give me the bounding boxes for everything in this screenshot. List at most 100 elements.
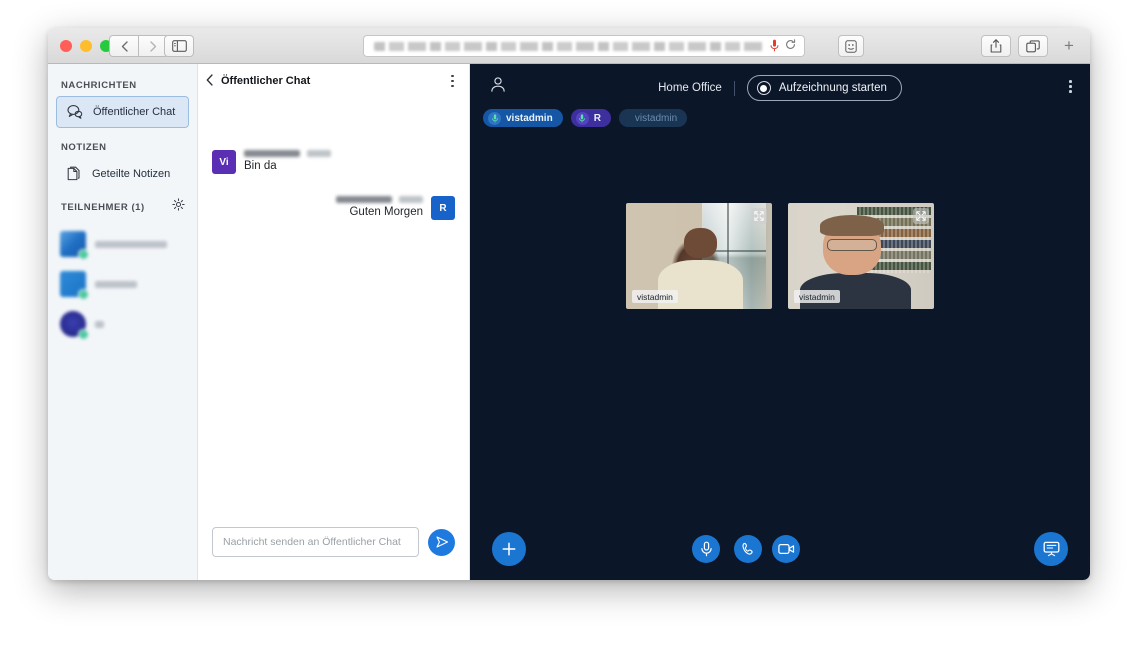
- video-camera-icon: [777, 544, 794, 555]
- speaker-pill-label: R: [593, 112, 601, 124]
- tile-name-label: vistadmin: [794, 290, 840, 303]
- phone-icon: [742, 542, 753, 555]
- avatar: Vi: [212, 150, 236, 174]
- tile-person-head: [684, 228, 717, 259]
- avatar: [60, 311, 89, 340]
- speaker-pill[interactable]: vistadmin: [483, 109, 563, 127]
- camera-button[interactable]: [772, 535, 800, 563]
- participant-row[interactable]: [60, 304, 197, 344]
- sidebar-item-label-shared-notes: Geteilte Notizen: [92, 168, 171, 180]
- stage-toolbar: [470, 518, 1090, 580]
- send-paper-plane-icon: [435, 536, 448, 548]
- microphone-icon: [770, 39, 779, 51]
- send-message-button[interactable]: [428, 528, 455, 556]
- person-icon[interactable]: [490, 76, 506, 98]
- video-stage: Home Office Aufzeichnung starten vistadm…: [470, 64, 1090, 580]
- speaker-pill-label: vistadmin: [634, 112, 678, 124]
- chat-message: Guten Morgen R: [212, 196, 455, 220]
- navigation-buttons: [109, 35, 169, 57]
- sidebar-icon: [171, 40, 187, 52]
- stage-header-center: Home Office Aufzeichnung starten: [470, 75, 1090, 101]
- message-time-redacted: [399, 196, 423, 203]
- plus-icon: [502, 542, 516, 556]
- microphone-icon: [488, 111, 501, 125]
- share-button[interactable]: [981, 35, 1011, 57]
- speaker-pill[interactable]: R: [570, 109, 611, 127]
- sidebar-item-public-chat[interactable]: Öffentlicher Chat: [56, 96, 189, 128]
- online-status-badge: [78, 249, 89, 260]
- message-author-redacted: [336, 196, 392, 203]
- chevron-left-icon: [121, 40, 128, 52]
- browser-titlebar: +: [48, 28, 1090, 64]
- start-recording-button[interactable]: Aufzeichnung starten: [746, 75, 902, 101]
- sidebar-item-shared-notes[interactable]: Geteilte Notizen: [56, 158, 189, 190]
- message-input[interactable]: Nachricht senden an Öffentlicher Chat: [212, 527, 419, 557]
- share-icon: [990, 39, 1002, 53]
- chat-message: Vi Bin da: [212, 150, 455, 174]
- tile-person-glasses: [827, 239, 878, 251]
- participants-title: TEILNEHMER (1): [61, 201, 145, 213]
- stage-menu-button[interactable]: [1069, 80, 1072, 93]
- chat-composer: Nachricht senden an Öffentlicher Chat: [198, 518, 469, 580]
- message-text: Bin da: [244, 160, 277, 172]
- participant-name-redacted: [95, 280, 137, 288]
- participant-name-redacted: [95, 240, 167, 248]
- message-meta: [336, 196, 423, 203]
- online-status-badge: [78, 289, 89, 300]
- video-tiles: vistadmin vistadmin: [470, 203, 1090, 309]
- message-text: Guten Morgen: [349, 206, 423, 218]
- presentation-screen-icon: [1043, 541, 1059, 557]
- expand-arrows-icon[interactable]: [913, 208, 929, 224]
- chat-title: Öffentlicher Chat: [221, 75, 311, 87]
- section-title-messages: NACHRICHTEN: [61, 80, 137, 91]
- sidebar-toggle-button[interactable]: [164, 35, 194, 57]
- online-status-badge: [78, 329, 89, 340]
- back-button[interactable]: [109, 35, 139, 57]
- chevron-right-icon: [150, 40, 157, 52]
- minimize-window-button[interactable]: [80, 40, 92, 52]
- gear-icon[interactable]: [172, 198, 185, 216]
- audio-button[interactable]: [734, 535, 762, 563]
- video-tile[interactable]: vistadmin: [626, 203, 772, 309]
- tile-name-label: vistadmin: [632, 290, 678, 303]
- message-time-redacted: [307, 150, 331, 157]
- new-tab-button[interactable]: +: [1058, 36, 1080, 56]
- start-recording-label: Aufzeichnung starten: [778, 82, 887, 94]
- window-controls: [60, 40, 112, 52]
- participant-row[interactable]: [60, 264, 197, 304]
- avatar: [60, 231, 89, 260]
- message-author-redacted: [244, 150, 300, 157]
- browser-right-buttons: [981, 35, 1048, 57]
- participant-name-redacted: [95, 320, 104, 328]
- tab-overview-button[interactable]: [1018, 35, 1048, 57]
- avatar: [60, 271, 89, 300]
- chat-menu-button[interactable]: [446, 71, 459, 92]
- url-text-redacted: [374, 41, 764, 51]
- expand-arrows-icon[interactable]: [751, 208, 767, 224]
- section-title-notes: NOTIZEN: [61, 142, 107, 153]
- browser-window: + NACHRICHTEN Öffentlicher Chat NOTIZEN: [48, 28, 1090, 580]
- video-tile[interactable]: vistadmin: [788, 203, 934, 309]
- sidebar-item-label-public-chat: Öffentlicher Chat: [93, 106, 176, 118]
- participants-header: TEILNEHMER (1): [48, 190, 197, 220]
- divider: [733, 80, 735, 96]
- speaker-pill-label: vistadmin: [506, 112, 553, 124]
- microphone-active-icon[interactable]: [770, 39, 779, 54]
- reload-button[interactable]: [785, 39, 796, 53]
- participants-list: [48, 220, 197, 344]
- add-button[interactable]: [492, 532, 526, 566]
- tile-person-hair: [820, 214, 885, 236]
- close-window-button[interactable]: [60, 40, 72, 52]
- chat-panel: Öffentlicher Chat Vi Bin da Guten Morgen…: [198, 64, 470, 580]
- microphone-button[interactable]: [692, 535, 720, 563]
- present-screen-button[interactable]: [1034, 532, 1068, 566]
- app-sidebar: NACHRICHTEN Öffentlicher Chat NOTIZEN Ge…: [48, 64, 198, 580]
- record-circle-icon: [756, 81, 771, 95]
- microphone-icon: [575, 111, 589, 125]
- participant-row[interactable]: [60, 224, 197, 264]
- speaker-pill-inactive[interactable]: vistadmin: [618, 109, 688, 127]
- stage-header: Home Office Aufzeichnung starten: [470, 64, 1090, 110]
- chevron-left-icon[interactable]: [206, 73, 213, 89]
- reader-button[interactable]: [838, 35, 864, 57]
- address-bar[interactable]: [363, 35, 805, 57]
